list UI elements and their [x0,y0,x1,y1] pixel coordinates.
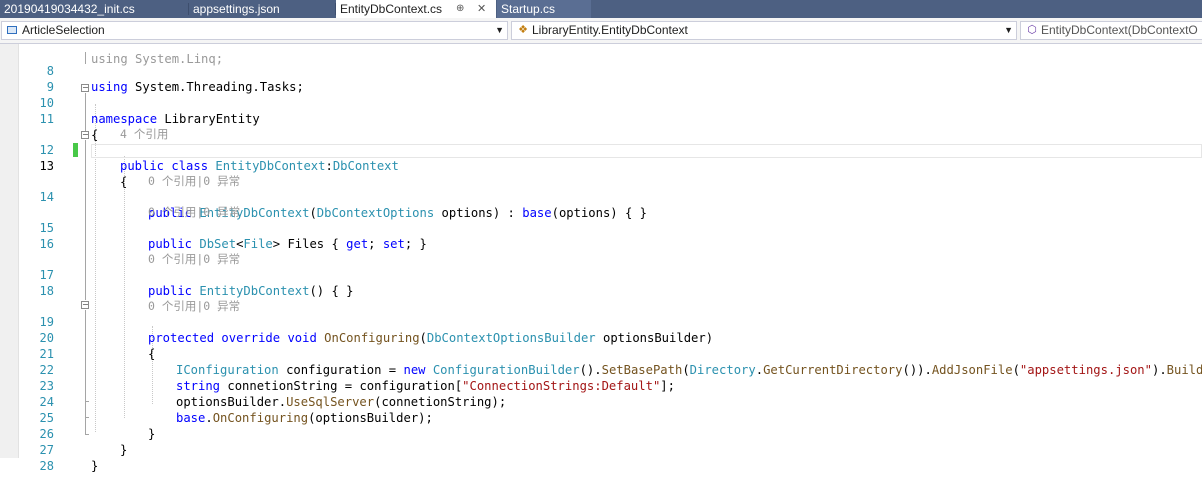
code-line: 11 { [0,95,1202,142]
code-line: 18 [0,267,1202,298]
tab-entitydbcontext-active[interactable]: EntityDbContext.cs ⊕ ✕ [336,0,496,18]
codelens-row: 0 个引用|0 异常 [0,157,1202,188]
codelens-row: 0 个引用|0 异常 [0,282,1202,313]
csharp-project-icon [7,26,17,34]
code-line: 13 { [0,142,1202,189]
code-line: 9 [0,63,1202,94]
tab-label: appsettings.json [193,2,280,16]
code-line: 23 optionsBuilder.UseSqlServer(connetion… [0,362,1202,409]
code-line: 28 [0,442,1202,473]
code-line: 15 public DbSet<File> Files { get; set; … [0,204,1202,251]
code-line: 10 namespace LibraryEntity [0,79,1202,126]
codelens-row: 4 个引用 [0,110,1202,141]
code-editor[interactable]: − − − using System.Linq; 8 using System.… [0,44,1202,473]
code-line: 26 } [0,410,1202,457]
close-icon[interactable]: ✕ [477,0,486,18]
code-line: 17 public EntityDbContext() { } [0,251,1202,298]
code-line: 8 using System.Threading.Tasks; [0,47,1202,94]
code-line: 20 { [0,314,1202,361]
tab-label: EntityDbContext.cs [340,2,443,16]
code-text: } [91,459,99,473]
tab-label: Startup.cs [501,2,556,16]
codelens-row: 0 个引用|0 异常 [0,188,1202,219]
document-tab-strip: 20190419034432_init.cs appsettings.json … [0,0,1202,18]
code-line: 22 string connetionString = configuratio… [0,346,1202,393]
code-line: 24 base.OnConfiguring(optionsBuilder); [0,378,1202,425]
tab-startup[interactable]: Startup.cs [497,0,591,18]
codelens-row: 0 个引用|0 异常 [0,235,1202,266]
code-line: 16 [0,220,1202,251]
code-line: 21 IConfiguration configuration = new Co… [0,330,1202,377]
code-line: 19 protected override void OnConfiguring… [0,298,1202,345]
code-line: 12 public class EntityDbContext:DbContex… [0,126,1202,173]
code-line: 27 } [0,426,1202,473]
code-line: 14 public EntityDbContext(DbContextOptio… [0,173,1202,220]
tab-label: 20190419034432_init.cs [4,2,135,16]
tab-appsettings[interactable]: appsettings.json [189,0,335,18]
code-line: 25 } [0,394,1202,441]
pin-icon[interactable]: ⊕ [456,0,464,18]
line-number: 28 [39,459,54,473]
tab-init-migration[interactable]: 20190419034432_init.cs [0,0,188,18]
